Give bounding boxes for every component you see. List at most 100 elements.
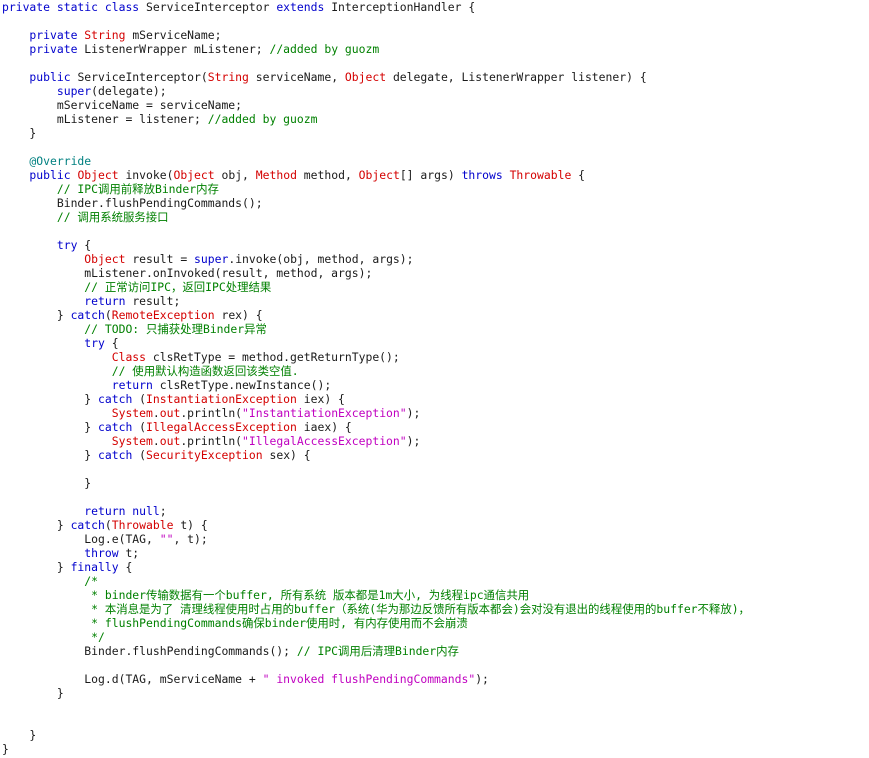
code-token-cmt: // IPC调用后清理Binder内存 — [296, 644, 459, 658]
code-line[interactable]: } catch (IllegalAccessException iaex) { — [2, 420, 867, 434]
code-token-plain: clsRetType.newInstance(); — [159, 378, 332, 392]
code-token-cmt: /* — [2, 574, 99, 588]
code-line[interactable]: Object result = super.invoke(obj, method… — [2, 252, 867, 266]
code-token-plain: .invoke(obj, method, args); — [228, 252, 414, 266]
code-line[interactable]: mServiceName = serviceName; — [2, 98, 867, 112]
code-line[interactable]: // 使用默认构造函数返回该类空值. — [2, 364, 867, 378]
code-line[interactable]: } finally { — [2, 560, 867, 574]
code-token-plain: } — [2, 518, 71, 532]
code-token-cmt: //added by guozm — [269, 42, 380, 56]
code-line[interactable]: super(delegate); — [2, 84, 867, 98]
code-line[interactable]: private ListenerWrapper mListener; //add… — [2, 42, 867, 56]
code-line[interactable]: /* — [2, 574, 867, 588]
code-line[interactable]: } catch (SecurityException sex) { — [2, 448, 867, 462]
code-token-typ: System — [2, 406, 153, 420]
code-token-typ: Object — [2, 252, 133, 266]
code-token-plain: } — [2, 448, 99, 462]
code-token-plain: result; — [132, 294, 181, 308]
code-line[interactable]: } — [2, 742, 867, 756]
code-token-typ: out — [159, 406, 181, 420]
code-editor[interactable]: private static class ServiceInterceptor … — [2, 0, 867, 758]
code-token-plain: mServiceName = serviceName; — [2, 98, 243, 112]
code-token-kw: catch — [98, 420, 140, 434]
code-token-typ: Method — [255, 168, 304, 182]
code-line[interactable]: mListener = listener; //added by guozm — [2, 112, 867, 126]
code-token-typ: RemoteException — [111, 308, 222, 322]
code-line[interactable]: } — [2, 686, 867, 700]
code-token-plain: .println( — [180, 434, 243, 448]
code-line[interactable]: } — [2, 728, 867, 742]
code-token-plain: iex) { — [303, 392, 345, 406]
code-token-plain: ); — [406, 434, 421, 448]
code-token-plain: serviceName, — [255, 70, 345, 84]
code-token-plain: InterceptionHandler { — [331, 0, 476, 14]
code-line[interactable]: private static class ServiceInterceptor … — [2, 0, 867, 14]
code-line[interactable]: return result; — [2, 294, 867, 308]
code-token-plain: } — [2, 560, 71, 574]
code-token-plain: ( — [139, 392, 147, 406]
code-token-plain: clsRetType = method.getReturnType(); — [152, 350, 400, 364]
code-token-plain: ( — [104, 308, 112, 322]
code-line[interactable]: } catch(Throwable t) { — [2, 518, 867, 532]
code-line[interactable]: Binder.flushPendingCommands(); — [2, 196, 867, 210]
code-line[interactable]: * flushPendingCommands确保binder使用时, 有内存使用… — [2, 616, 867, 630]
code-token-plain: t) { — [180, 518, 208, 532]
code-token-kw: public — [2, 168, 78, 182]
code-line[interactable]: * 本消息是为了 清理线程使用时占用的buffer（系统(华为那边反馈所有版本都… — [2, 602, 867, 616]
code-token-kw: extends — [276, 0, 332, 14]
code-line[interactable]: public ServiceInterceptor(String service… — [2, 70, 867, 84]
code-line[interactable]: // IPC调用前释放Binder内存 — [2, 182, 867, 196]
code-token-kw: private — [2, 28, 85, 42]
code-token-str: "InstantiationException" — [242, 406, 407, 420]
code-token-cmt: // TODO: 只捕获处理Binder异常 — [2, 322, 267, 336]
code-token-plain: } — [2, 742, 9, 756]
code-token-plain: mServiceName; — [132, 28, 222, 42]
code-token-plain: ( — [139, 448, 147, 462]
code-token-plain: ServiceInterceptor( — [77, 70, 208, 84]
code-line[interactable]: Binder.flushPendingCommands(); // IPC调用后… — [2, 644, 867, 658]
code-token-kw: super — [194, 252, 229, 266]
code-line[interactable]: } — [2, 476, 867, 490]
code-token-typ: Object — [173, 168, 222, 182]
code-line[interactable]: // TODO: 只捕获处理Binder异常 — [2, 322, 867, 336]
code-token-plain: method, — [303, 168, 359, 182]
code-line[interactable]: System.out.println("InstantiationExcepti… — [2, 406, 867, 420]
code-line[interactable]: try { — [2, 336, 867, 350]
code-line[interactable] — [2, 714, 867, 728]
code-token-cmt: * binder传输数据有一个buffer, 所有系统 版本都是1m大小, 为线… — [2, 588, 530, 602]
code-line[interactable]: * binder传输数据有一个buffer, 所有系统 版本都是1m大小, 为线… — [2, 588, 867, 602]
code-line[interactable]: return null; — [2, 504, 867, 518]
code-line[interactable] — [2, 490, 867, 504]
code-line[interactable] — [2, 462, 867, 476]
code-line[interactable]: */ — [2, 630, 867, 644]
code-line[interactable]: System.out.println("IllegalAccessExcepti… — [2, 434, 867, 448]
code-line[interactable] — [2, 14, 867, 28]
code-line[interactable]: Log.d(TAG, mServiceName + " invoked flus… — [2, 672, 867, 686]
code-line[interactable]: // 调用系统服务接口 — [2, 210, 867, 224]
code-line[interactable]: } catch(RemoteException rex) { — [2, 308, 867, 322]
code-line[interactable]: try { — [2, 238, 867, 252]
code-line[interactable]: @Override — [2, 154, 867, 168]
code-token-plain: [] args) — [399, 168, 462, 182]
code-token-plain: sex) { — [269, 448, 311, 462]
code-token-kw: private static class — [2, 0, 147, 14]
code-line[interactable]: // 正常访问IPC，返回IPC处理结果 — [2, 280, 867, 294]
code-line[interactable] — [2, 700, 867, 714]
code-line[interactable] — [2, 56, 867, 70]
code-line[interactable]: private String mServiceName; — [2, 28, 867, 42]
code-line[interactable]: Class clsRetType = method.getReturnType(… — [2, 350, 867, 364]
code-line[interactable]: Log.e(TAG, "", t); — [2, 532, 867, 546]
code-token-plain: { — [84, 238, 92, 252]
code-line[interactable] — [2, 658, 867, 672]
code-token-plain: Log.e(TAG, — [2, 532, 160, 546]
code-line[interactable] — [2, 224, 867, 238]
code-token-plain: mListener.onInvoked(result, method, args… — [2, 266, 373, 280]
code-line[interactable]: mListener.onInvoked(result, method, args… — [2, 266, 867, 280]
code-line[interactable]: return clsRetType.newInstance(); — [2, 378, 867, 392]
code-token-typ: String — [207, 70, 256, 84]
code-line[interactable]: public Object invoke(Object obj, Method … — [2, 168, 867, 182]
code-line[interactable]: } catch (InstantiationException iex) { — [2, 392, 867, 406]
code-line[interactable] — [2, 140, 867, 154]
code-line[interactable]: throw t; — [2, 546, 867, 560]
code-line[interactable]: } — [2, 126, 867, 140]
